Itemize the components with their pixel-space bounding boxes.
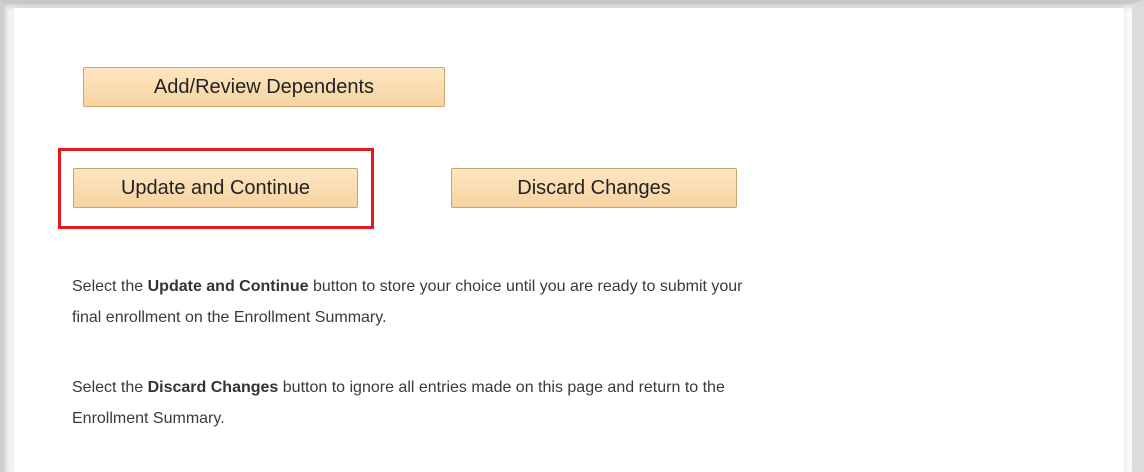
- enrollment-actions-panel: Add/Review Dependents Update and Continu…: [14, 8, 1124, 472]
- update-instruction-text: Select the Update and Continue button to…: [72, 271, 1032, 333]
- update-instruction-line1-suffix: button to store your choice until you ar…: [308, 278, 743, 295]
- discard-instruction-button-name: Discard Changes: [147, 379, 279, 396]
- update-instruction-button-name: Update and Continue: [147, 278, 309, 295]
- update-and-continue-button[interactable]: Update and Continue: [73, 168, 358, 208]
- discard-instruction-prefix: Select the: [72, 379, 148, 396]
- add-review-dependents-button[interactable]: Add/Review Dependents: [83, 67, 445, 107]
- discard-instruction-line2: Enrollment Summary.: [72, 410, 225, 427]
- discard-instruction-text: Select the Discard Changes button to ign…: [72, 372, 1032, 434]
- update-instruction-line2: final enrollment on the Enrollment Summa…: [72, 309, 387, 326]
- discard-changes-button[interactable]: Discard Changes: [451, 168, 737, 208]
- update-instruction-prefix: Select the: [72, 278, 148, 295]
- discard-instruction-line1-suffix: button to ignore all entries made on thi…: [278, 379, 725, 396]
